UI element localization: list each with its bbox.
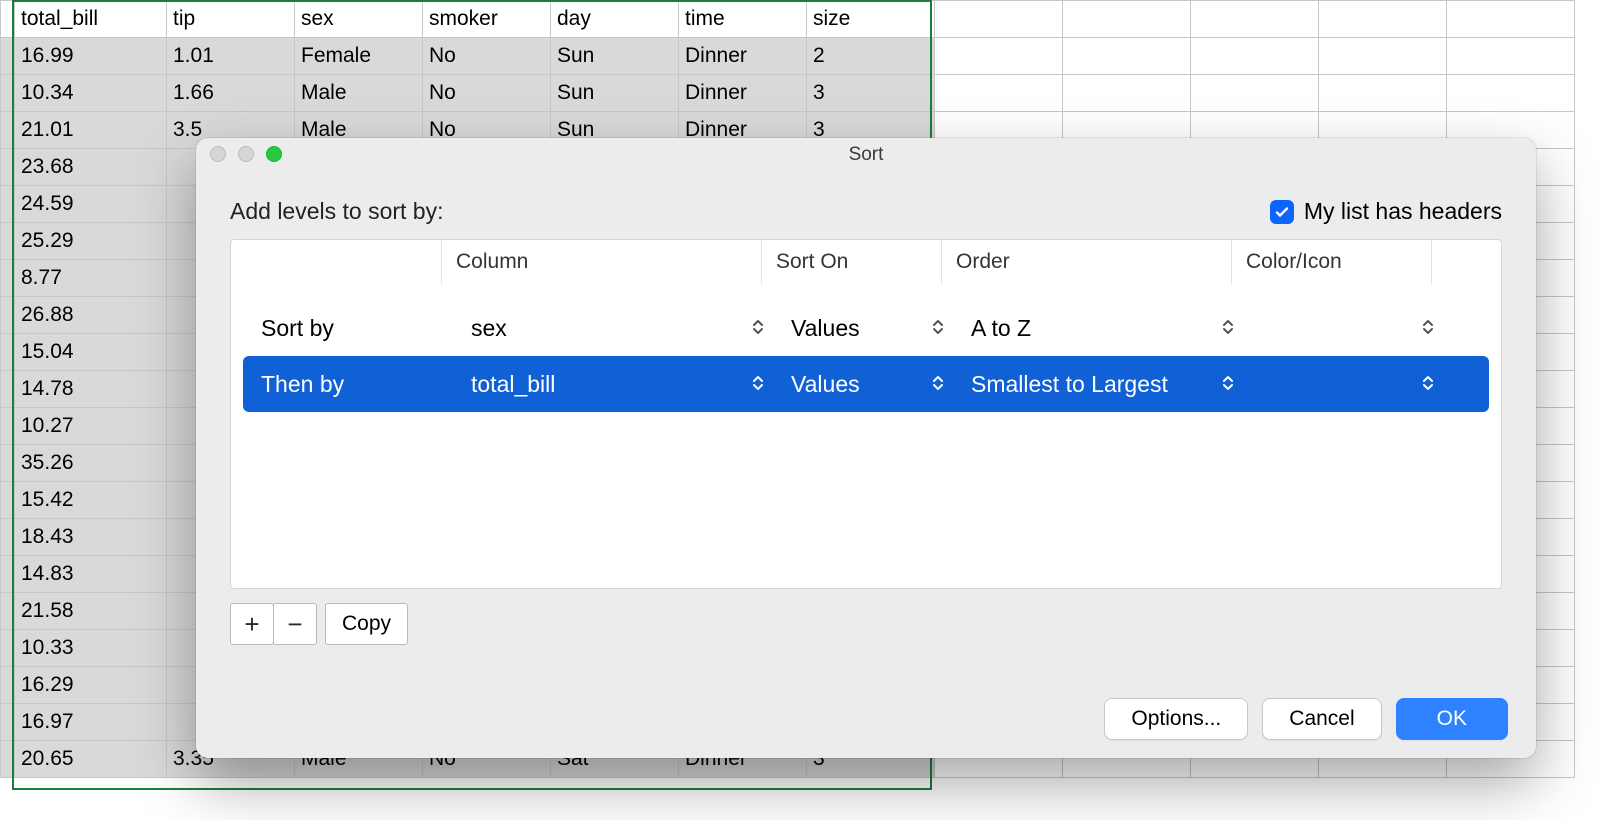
dialog-titlebar[interactable]: Sort xyxy=(196,138,1536,172)
sort-coloricon-select[interactable] xyxy=(1247,300,1447,356)
cell[interactable]: 16.29 xyxy=(15,667,167,704)
col-header[interactable]: size xyxy=(807,1,935,38)
sort-levels-panel: Column Sort On Order Color/Icon Sort by s… xyxy=(230,239,1502,589)
cell[interactable]: No xyxy=(423,75,551,112)
options-button[interactable]: Options... xyxy=(1104,698,1248,740)
cancel-button[interactable]: Cancel xyxy=(1262,698,1381,740)
cell[interactable]: 21.01 xyxy=(15,112,167,149)
cell[interactable]: 20.65 xyxy=(15,741,167,778)
cell[interactable]: 2 xyxy=(807,38,935,75)
zoom-icon[interactable] xyxy=(266,146,282,162)
close-icon[interactable] xyxy=(210,146,226,162)
sort-level-row[interactable]: Sort by sexValuesA to Z xyxy=(243,300,1489,356)
cell[interactable]: 23.68 xyxy=(15,149,167,186)
header-row[interactable]: total_bill tip sex smoker day time size xyxy=(1,1,1575,38)
ok-button[interactable]: OK xyxy=(1396,698,1508,740)
sort-level-label: Sort by xyxy=(261,315,334,342)
col-header[interactable]: tip xyxy=(167,1,295,38)
copy-level-button[interactable]: Copy xyxy=(325,603,408,645)
cell[interactable]: 25.29 xyxy=(15,223,167,260)
col-header[interactable]: time xyxy=(679,1,807,38)
dialog-title: Sort xyxy=(849,144,884,166)
sort-on-select[interactable]: Values xyxy=(777,356,957,412)
headers-checkbox[interactable]: My list has headers xyxy=(1270,198,1502,225)
cell[interactable]: 14.83 xyxy=(15,556,167,593)
sort-on-select[interactable]: Values xyxy=(777,300,957,356)
sort-columns-header: Column Sort On Order Color/Icon xyxy=(231,240,1501,284)
col-header[interactable]: smoker xyxy=(423,1,551,38)
cell[interactable]: 10.33 xyxy=(15,630,167,667)
cell[interactable]: 16.97 xyxy=(15,704,167,741)
checkbox-checked-icon xyxy=(1270,200,1294,224)
headers-checkbox-label: My list has headers xyxy=(1304,198,1502,225)
cell[interactable]: 26.88 xyxy=(15,297,167,334)
sort-column-select[interactable]: sex xyxy=(457,300,777,356)
table-row[interactable]: 16.991.01FemaleNoSunDinner2 xyxy=(1,38,1575,75)
cell[interactable]: 18.43 xyxy=(15,519,167,556)
cell[interactable]: No xyxy=(423,38,551,75)
cell[interactable]: 1.66 xyxy=(167,75,295,112)
sort-level-label: Then by xyxy=(261,371,344,398)
chevron-updown-icon xyxy=(751,315,765,342)
sort-dialog: Sort Add levels to sort by: My list has … xyxy=(196,138,1536,758)
cell[interactable]: 1.01 xyxy=(167,38,295,75)
cell[interactable]: Male xyxy=(295,75,423,112)
col-header-sorton: Sort On xyxy=(761,240,941,284)
chevron-updown-icon xyxy=(1221,315,1235,342)
cell[interactable]: Dinner xyxy=(679,75,807,112)
cell[interactable]: 3 xyxy=(807,75,935,112)
col-header[interactable]: day xyxy=(551,1,679,38)
cell[interactable]: 8.77 xyxy=(15,260,167,297)
chevron-updown-icon xyxy=(1421,315,1435,342)
instruction-label: Add levels to sort by: xyxy=(230,198,444,225)
cell[interactable]: 10.34 xyxy=(15,75,167,112)
cell[interactable]: 15.04 xyxy=(15,334,167,371)
add-level-button[interactable]: + xyxy=(230,603,274,645)
cell[interactable]: 35.26 xyxy=(15,445,167,482)
cell[interactable]: 15.42 xyxy=(15,482,167,519)
cell[interactable]: Sun xyxy=(551,38,679,75)
minimize-icon[interactable] xyxy=(238,146,254,162)
cell[interactable]: 24.59 xyxy=(15,186,167,223)
cell[interactable]: 21.58 xyxy=(15,593,167,630)
cell[interactable]: 16.99 xyxy=(15,38,167,75)
chevron-updown-icon xyxy=(1421,371,1435,398)
chevron-updown-icon xyxy=(931,315,945,342)
chevron-updown-icon xyxy=(931,371,945,398)
cell[interactable]: 14.78 xyxy=(15,371,167,408)
sort-order-select[interactable]: Smallest to Largest xyxy=(957,356,1247,412)
cell[interactable]: Dinner xyxy=(679,38,807,75)
cell[interactable]: Female xyxy=(295,38,423,75)
table-row[interactable]: 10.341.66MaleNoSunDinner3 xyxy=(1,75,1575,112)
cell[interactable]: Sun xyxy=(551,75,679,112)
col-header-column: Column xyxy=(441,240,761,284)
sort-column-select[interactable]: total_bill xyxy=(457,356,777,412)
chevron-updown-icon xyxy=(751,371,765,398)
col-header[interactable]: sex xyxy=(295,1,423,38)
remove-level-button[interactable]: − xyxy=(273,603,317,645)
col-header-order: Order xyxy=(941,240,1231,284)
col-header-coloricon: Color/Icon xyxy=(1231,240,1431,284)
col-header[interactable]: total_bill xyxy=(15,1,167,38)
sort-level-row[interactable]: Then by total_billValuesSmallest to Large… xyxy=(243,356,1489,412)
chevron-updown-icon xyxy=(1221,371,1235,398)
cell[interactable]: 10.27 xyxy=(15,408,167,445)
sort-coloricon-select[interactable] xyxy=(1247,356,1447,412)
sort-order-select[interactable]: A to Z xyxy=(957,300,1247,356)
